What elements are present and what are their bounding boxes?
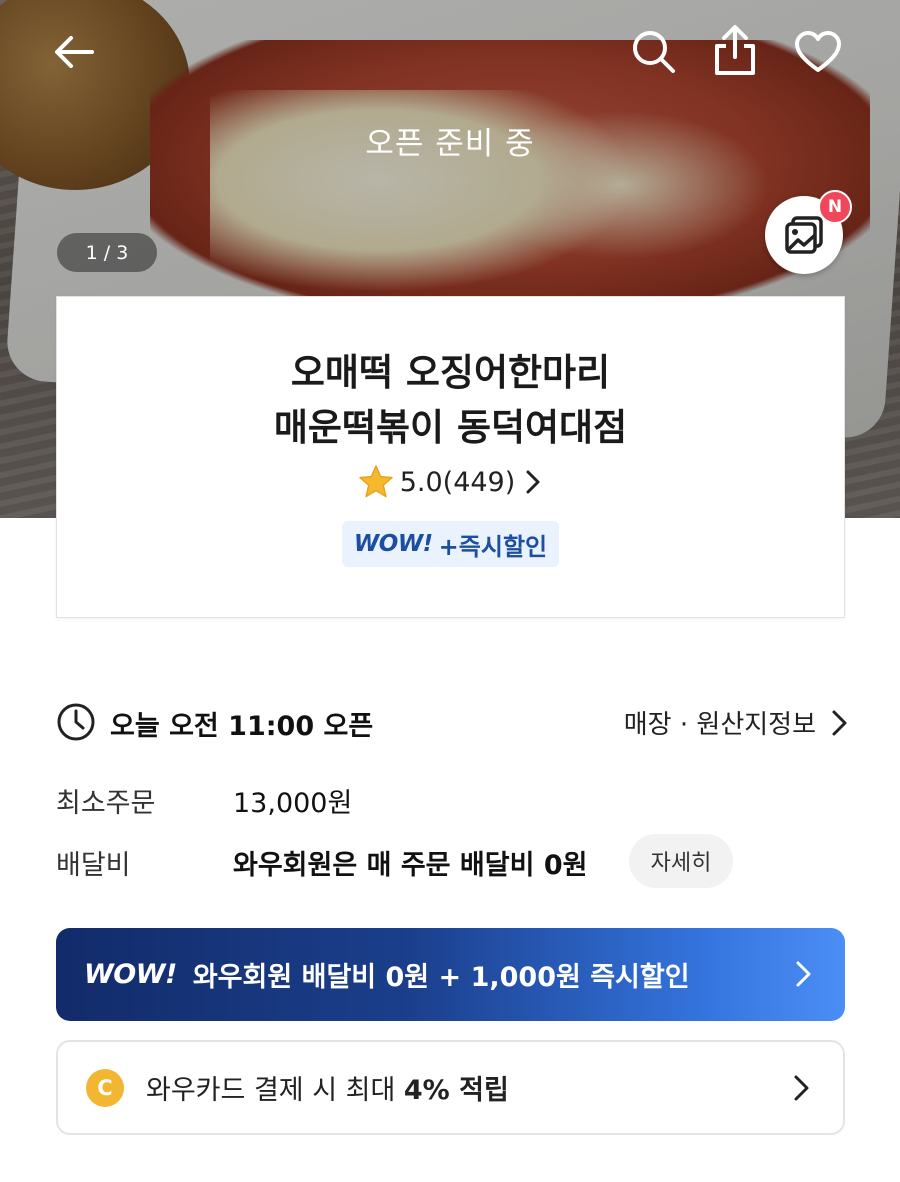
image-counter: 1 / 3	[57, 233, 157, 272]
clock-icon	[57, 703, 95, 741]
heart-icon	[795, 31, 841, 72]
wow-membership-banner[interactable]: WOW! 와우회원 배달비 0원 + 1,000원 즉시할인	[56, 928, 845, 1021]
rating-link[interactable]: 5.0(449)	[57, 465, 844, 499]
delivery-fee-label: 배달비	[56, 850, 131, 881]
new-badge: N	[818, 190, 852, 224]
instant-discount-label: +즉시할인	[438, 532, 548, 561]
card-banner-highlight: 4% 적립	[403, 1075, 509, 1106]
wow-discount-badge: WOW! +즉시할인	[341, 521, 560, 567]
gallery-icon	[785, 216, 823, 254]
share-button[interactable]	[708, 22, 762, 78]
back-arrow-icon	[55, 36, 94, 68]
min-order-label: 최소주문	[56, 788, 156, 819]
back-button[interactable]	[48, 26, 100, 78]
wow-banner-text: 와우회원 배달비 0원 + 1,000원 즉시할인	[192, 962, 690, 993]
store-origin-info-link[interactable]: 매장 · 원산지정보	[624, 704, 848, 741]
chevron-right-icon	[796, 961, 811, 987]
store-name-line1: 오매떡 오징어한마리	[290, 351, 611, 394]
chevron-right-icon	[794, 1075, 809, 1101]
delivery-fee-detail-button[interactable]: 자세히	[629, 834, 733, 888]
store-status: 오픈 준비 중	[365, 126, 535, 162]
store-info-card: 오매떡 오징어한마리 매운떡볶이 동덕여대점 5.0(449) WOW! +즉시…	[56, 296, 845, 618]
search-button[interactable]	[626, 24, 680, 78]
wow-logo: WOW!	[84, 959, 177, 990]
card-banner-prefix: 와우카드 결제 시 최대	[146, 1075, 404, 1106]
chevron-right-icon	[526, 470, 540, 494]
rating-value: 5.0(449)	[399, 466, 516, 498]
store-name-line2: 매운떡볶이 동덕여대점	[273, 406, 628, 449]
wow-card-banner[interactable]: C 와우카드 결제 시 최대 4% 적립	[56, 1040, 845, 1135]
search-icon	[633, 31, 675, 73]
share-icon	[715, 25, 755, 75]
coin-icon: C	[86, 1068, 124, 1107]
opening-hours: 오늘 오전 11:00 오픈	[110, 711, 374, 742]
origin-link-label: 매장 · 원산지정보	[623, 710, 816, 740]
min-order-value: 13,000원	[233, 788, 353, 819]
delivery-fee-value: 와우회원은 매 주문 배달비 0원	[233, 850, 588, 881]
favorite-button[interactable]	[790, 26, 846, 78]
opening-hours-row: 오늘 오전 11:00 오픈 매장 · 원산지정보	[56, 700, 848, 744]
store-name: 오매떡 오징어한마리 매운떡볶이 동덕여대점	[57, 345, 844, 455]
star-icon	[358, 465, 393, 498]
wow-logo: WOW!	[353, 531, 433, 557]
chevron-right-icon	[832, 710, 847, 735]
card-banner-text: 와우카드 결제 시 최대 4% 적립	[146, 1068, 509, 1107]
